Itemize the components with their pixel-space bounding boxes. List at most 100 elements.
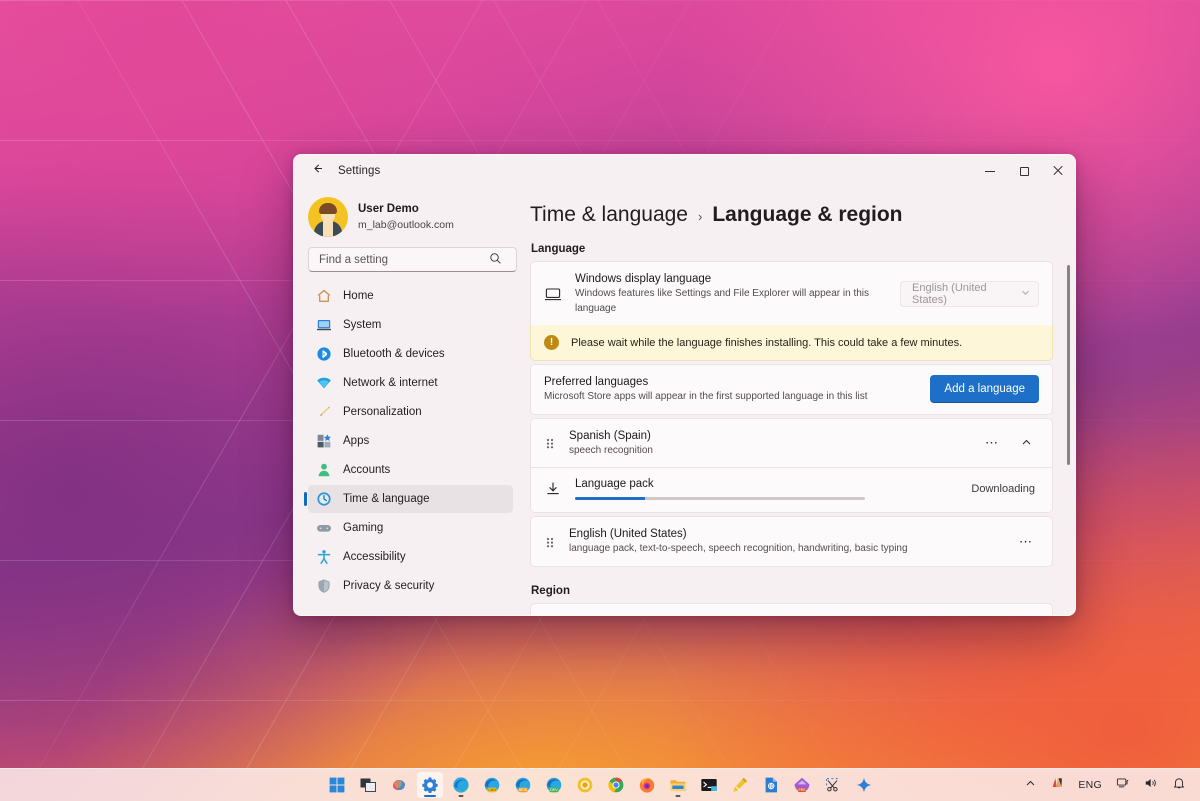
monitor-icon	[544, 285, 562, 303]
window-controls	[973, 155, 1075, 187]
chevron-down-icon	[1021, 288, 1030, 300]
file-explorer-icon	[669, 776, 687, 794]
row-title: Country or region	[575, 613, 910, 615]
language-features: language pack, text-to-speech, speech re…	[569, 542, 1000, 557]
bluetooth-icon	[316, 346, 332, 362]
chrome-canary-button[interactable]	[572, 772, 598, 798]
sparkle-icon	[855, 776, 873, 794]
preferred-languages-row: Preferred languages Microsoft Store apps…	[531, 365, 1052, 414]
scrollbar-thumb[interactable]	[1067, 265, 1070, 465]
chevron-up-icon	[1025, 776, 1036, 794]
maximize-icon	[1020, 167, 1029, 176]
start-icon	[328, 776, 346, 794]
terminal-button[interactable]	[696, 772, 722, 798]
volume-button[interactable]	[1139, 773, 1163, 797]
close-button[interactable]	[1041, 155, 1075, 187]
more-options-icon[interactable]: ⋯	[979, 430, 1005, 456]
country-or-region-card: Country or region Windows and apps might…	[530, 603, 1053, 615]
dropdown-value: English (United States)	[912, 282, 1013, 306]
snipping-tool-button[interactable]	[820, 772, 846, 798]
sidebar-item-system[interactable]: System	[308, 311, 513, 339]
chrome-canary-icon	[576, 776, 594, 794]
sidebar-item-privacy-security[interactable]: Privacy & security	[308, 572, 513, 600]
sidebar-item-gaming[interactable]: Gaming	[308, 514, 513, 542]
maximize-button[interactable]	[1007, 155, 1041, 187]
download-icon	[544, 480, 562, 498]
region-section-heading: Region	[531, 585, 1053, 597]
settings-button[interactable]	[417, 772, 443, 798]
download-progress-bar	[575, 497, 865, 500]
more-options-icon[interactable]: ⋯	[1013, 529, 1039, 555]
back-arrow-icon	[311, 162, 324, 180]
home-app-button[interactable]: PRE	[789, 772, 815, 798]
add-a-language-button[interactable]: Add a language	[930, 375, 1039, 403]
table-row[interactable]: Spanish (Spain) speech recognition ⋯	[531, 419, 1052, 468]
avatar	[308, 197, 348, 237]
download-status: Downloading	[971, 483, 1039, 495]
sidebar-item-accounts[interactable]: Accounts	[308, 456, 513, 484]
edge-canary-icon: CAN	[483, 776, 501, 794]
edge-dev-button[interactable]: DEV	[541, 772, 567, 798]
display-language-dropdown[interactable]: English (United States)	[900, 281, 1039, 307]
search-container	[308, 247, 511, 272]
language-row-spanish: Spanish (Spain) speech recognition ⋯	[530, 418, 1053, 468]
sidebar: User Demo m_lab@outlook.com	[294, 187, 521, 615]
account-card[interactable]: User Demo m_lab@outlook.com	[304, 187, 513, 241]
table-row[interactable]: English (United States) language pack, t…	[531, 517, 1052, 566]
sidebar-item-network[interactable]: Network & internet	[308, 369, 513, 397]
sidebar-item-accessibility[interactable]: Accessibility	[308, 543, 513, 571]
sidebar-item-apps[interactable]: Apps	[308, 427, 513, 455]
pen-app-button[interactable]	[1045, 773, 1069, 797]
drag-handle-icon[interactable]	[544, 436, 556, 450]
windows-display-language-row: Windows display language Windows feature…	[531, 262, 1052, 325]
language-indicator-button[interactable]: ENG	[1073, 773, 1107, 797]
windows-display-language-card: Windows display language Windows feature…	[530, 261, 1053, 325]
file-explorer-button[interactable]	[665, 772, 691, 798]
breadcrumb: Time & language › Language & region	[530, 203, 1053, 227]
word-button[interactable]	[758, 772, 784, 798]
home-app-icon: PRE	[793, 776, 811, 794]
sidebar-item-label: Personalization	[343, 406, 422, 418]
breadcrumb-parent[interactable]: Time & language	[530, 203, 688, 227]
desktop: Settings	[0, 0, 1200, 801]
sidebar-item-label: Time & language	[343, 493, 430, 505]
copilot-button[interactable]	[386, 772, 412, 798]
language-pack-card: Language pack Downloading	[530, 467, 1053, 513]
notifications-button[interactable]	[1167, 773, 1191, 797]
search-input[interactable]	[308, 247, 517, 272]
edge-icon	[452, 776, 470, 794]
show-hidden-icons-button[interactable]	[1020, 773, 1041, 797]
title-bar: Settings	[294, 155, 1075, 187]
sparkle-button[interactable]	[851, 772, 877, 798]
edge-beta-icon: BETA	[514, 776, 532, 794]
drag-handle-icon[interactable]	[544, 535, 556, 549]
edge-button[interactable]	[448, 772, 474, 798]
search-icon	[489, 252, 502, 270]
back-button[interactable]	[302, 158, 332, 184]
sidebar-item-time-language[interactable]: Time & language	[308, 485, 513, 513]
chrome-icon	[607, 776, 625, 794]
start-button[interactable]	[324, 772, 350, 798]
minimize-button[interactable]	[973, 155, 1007, 187]
accessibility-icon	[316, 549, 332, 565]
sidebar-item-personalization[interactable]: Personalization	[308, 398, 513, 426]
network-button[interactable]	[1111, 773, 1135, 797]
sidebar-item-home[interactable]: Home	[308, 282, 513, 310]
firefox-button[interactable]	[634, 772, 660, 798]
task-view-button[interactable]	[355, 772, 381, 798]
brush-icon	[316, 404, 332, 420]
country-or-region-row: Country or region Windows and apps might…	[531, 604, 1052, 615]
apps-icon	[316, 433, 332, 449]
edge-canary-button[interactable]: CAN	[479, 772, 505, 798]
sidebar-item-label: Accessibility	[343, 551, 406, 563]
sidebar-item-bluetooth[interactable]: Bluetooth & devices	[308, 340, 513, 368]
edge-dev-icon: DEV	[545, 776, 563, 794]
main-scrollbar[interactable]	[1067, 265, 1070, 603]
gear-icon	[421, 776, 439, 794]
chrome-button[interactable]	[603, 772, 629, 798]
sidebar-item-label: Gaming	[343, 522, 383, 534]
chevron-up-icon[interactable]	[1013, 430, 1039, 456]
accounts-icon	[316, 462, 332, 478]
notepad-button[interactable]	[727, 772, 753, 798]
edge-beta-button[interactable]: BETA	[510, 772, 536, 798]
